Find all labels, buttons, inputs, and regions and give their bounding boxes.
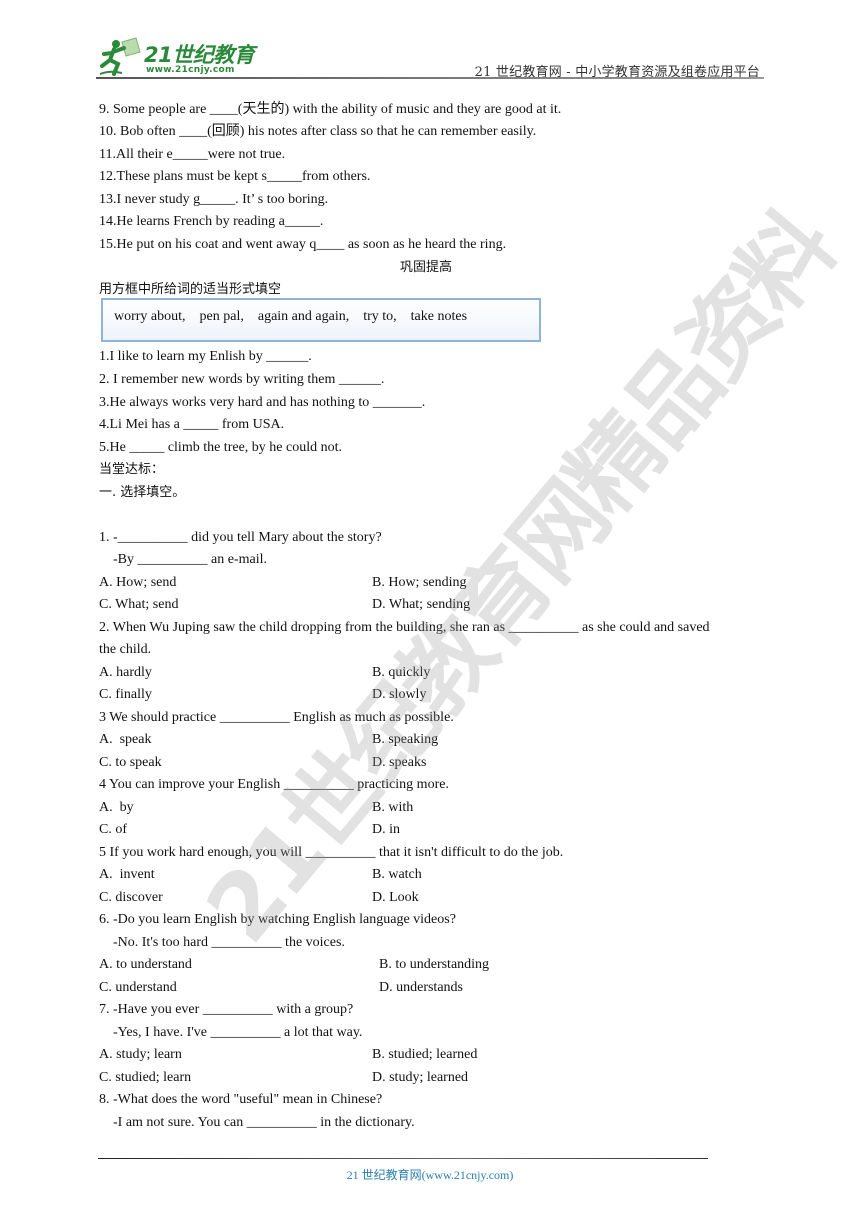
exercise-item: 2. I remember new words by writing them … <box>99 372 385 387</box>
option-b: B. studied; learned <box>372 1047 478 1062</box>
page-header: 21世纪教育 www.21cnjy.com 21 世纪教育网 - 中小学教育资源… <box>96 34 764 80</box>
question-stem: -Yes, I have. I've __________ a lot that… <box>99 1025 363 1040</box>
question-stem: 4 You can improve your English _________… <box>99 777 449 792</box>
question-stem: -By __________ an e-mail. <box>99 552 267 567</box>
question-stem: 5 If you work hard enough, you will ____… <box>99 845 564 860</box>
section-subheading: 一. 选择填空。 <box>99 485 186 500</box>
option-d: D. study; learned <box>372 1070 469 1085</box>
option-a: A. study; learn <box>99 1047 182 1062</box>
exercise-item: 13.I never study g_____. It’ s too borin… <box>99 192 329 207</box>
question-stem: 7. -Have you ever __________ with a grou… <box>99 1002 354 1017</box>
question-stem: the child. <box>99 642 152 657</box>
exercise-item: 5.He _____ climb the tree, by he could n… <box>99 440 342 455</box>
option-a: A. How; send <box>99 575 177 590</box>
option-b: B. to understanding <box>379 957 490 972</box>
option-d: D. slowly <box>372 687 427 702</box>
question-stem: 2. When Wu Juping saw the child dropping… <box>99 620 710 635</box>
option-c: C. studied; learn <box>99 1070 192 1085</box>
exercise-item: 1.I like to learn my Enlish by ______. <box>99 349 312 364</box>
runner-logo-icon <box>99 37 141 76</box>
option-c: C. to speak <box>99 755 162 770</box>
option-a: A. by <box>99 800 134 815</box>
option-b: B. speaking <box>372 732 439 747</box>
exercise-item: 12.These plans must be kept s_____from o… <box>99 169 371 184</box>
option-c: C. of <box>99 822 127 837</box>
option-d: D. Look <box>372 890 419 905</box>
section-heading: 巩固提高 <box>400 260 453 275</box>
site-logo[interactable]: 21世纪教育 www.21cnjy.com <box>96 34 266 78</box>
option-b: B. with <box>372 800 414 815</box>
option-a: A. to understand <box>99 957 192 972</box>
section-heading: 当堂达标： <box>99 462 165 477</box>
option-d: D. understands <box>379 980 463 995</box>
question-stem: 8. -What does the word "useful" mean in … <box>99 1092 383 1107</box>
option-c: C. What; send <box>99 597 179 612</box>
question-stem: 6. -Do you learn English by watching Eng… <box>99 912 456 927</box>
option-a: A. speak <box>99 732 152 747</box>
footer-divider <box>98 1158 708 1159</box>
question-stem: -No. It's too hard __________ the voices… <box>99 935 345 950</box>
option-a: A. invent <box>99 867 155 882</box>
option-d: D. What; sending <box>372 597 471 612</box>
question-stem: 1. -__________ did you tell Mary about t… <box>99 530 382 545</box>
option-c: C. discover <box>99 890 163 905</box>
option-c: C. understand <box>99 980 177 995</box>
question-stem: 3 We should practice __________ English … <box>99 710 454 725</box>
option-b: B. How; sending <box>372 575 467 590</box>
exercise-item: 4.Li Mei has a _____ from USA. <box>99 417 285 432</box>
option-b: B. quickly <box>372 665 431 680</box>
option-a: A. hardly <box>99 665 152 680</box>
word-bank-box: worry about, pen pal, again and again, t… <box>101 298 541 342</box>
exercise-item: 3.He always works very hard and has noth… <box>99 395 426 410</box>
section-instruction: 用方框中所给词的适当形式填空 <box>99 282 282 297</box>
footer-link[interactable]: 21 世纪教育网(www.21cnjy.com) <box>0 1166 860 1183</box>
question-stem: -I am not sure. You can __________ in th… <box>99 1115 415 1130</box>
document-page: 21世纪教育 www.21cnjy.com 21 世纪教育网 - 中小学教育资源… <box>0 0 860 1216</box>
option-d: D. speaks <box>372 755 427 770</box>
header-divider <box>96 77 764 79</box>
exercise-item: 9. Some people are ____(天生的) with the ab… <box>99 102 562 117</box>
option-d: D. in <box>372 822 400 837</box>
logo-url: www.21cnjy.com <box>146 65 235 75</box>
exercise-item: 11.All their e_____were not true. <box>99 147 286 162</box>
exercise-item: 14.He learns French by reading a_____. <box>99 214 324 229</box>
option-c: C. finally <box>99 687 152 702</box>
exercise-item: 10. Bob often ____(回顾) his notes after c… <box>99 124 537 139</box>
word-bank-text: worry about, pen pal, again and again, t… <box>114 309 468 324</box>
exercise-item: 15.He put on his coat and went away q___… <box>99 237 507 252</box>
option-b: B. watch <box>372 867 422 882</box>
